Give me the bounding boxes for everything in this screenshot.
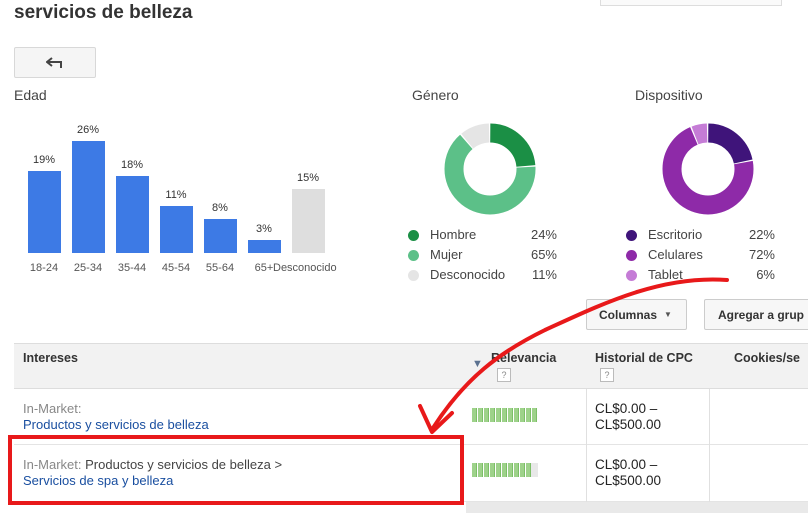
legend-label: Hombre [430,227,477,242]
cpc-cell: CL$0.00 – CL$500.00 [595,457,661,489]
interest-prefix: In-Market: [23,401,82,416]
table-row: In-Market: Productos y servicios de bell… [14,445,808,502]
interests-table: Intereses ▼ Relevancia ? Historial de CP… [14,343,808,513]
age-bar-value-label: 11% [165,188,187,201]
age-bar-value-label: 8% [212,201,228,214]
caret-down-icon: ▼ [664,310,672,319]
header-interests[interactable]: Intereses [23,351,78,365]
legend-label: Mujer [430,247,463,262]
age-category-label: Desconocido [273,262,337,274]
legend-item-escritorio: Escritorio 22% [626,227,775,245]
age-category-label: 45-54 [161,262,191,274]
table-header: Intereses ▼ Relevancia ? Historial de CP… [14,344,808,389]
add-to-group-button-label: Agregar a grup [718,307,805,322]
age-bar-45-54 [160,205,193,253]
interest-path: Productos y servicios de belleza > [85,457,283,472]
device-donut-chart [662,123,754,215]
legend-item-desconocido: Desconocido 11% [408,267,557,285]
add-to-group-button[interactable]: Agregar a grup [704,299,808,330]
sort-desc-icon[interactable]: ▼ [472,358,483,370]
relevance-bar [472,408,538,422]
relevance-bar [472,463,538,477]
legend-value: 6% [756,267,775,282]
age-bar-value-label: 3% [256,223,272,236]
legend-value: 24% [530,227,557,242]
age-bar-value-label: 18% [120,158,144,171]
search-input-partial[interactable] [600,0,782,6]
age-bar-35-44 [116,175,149,253]
column-divider [709,389,710,502]
cpc-range-start: CL$0.00 – [595,401,658,416]
cpc-range-end: CL$500.00 [595,473,662,488]
header-cpc-history[interactable]: Historial de CPC [595,351,693,365]
interest-link[interactable]: Servicios de spa y belleza [23,473,282,489]
cpc-cell: CL$0.00 – CL$500.00 [595,401,661,433]
relevance-bar-fill [472,463,532,477]
gender-section-label: Género [412,87,459,103]
columns-button[interactable]: Columnas ▼ [586,299,687,330]
relevance-bar-fill [472,408,538,422]
gender-donut-chart [444,123,536,215]
age-category-label: 18-24 [29,262,59,274]
legend-swatch [626,230,637,241]
age-category-label: 35-44 [117,262,147,274]
columns-button-label: Columnas [599,307,658,322]
legend-item-celulares: Celulares 72% [626,247,775,265]
legend-swatch [408,230,419,241]
interest-link[interactable]: Productos y servicios de belleza [23,417,209,433]
legend-label: Escritorio [648,227,703,242]
legend-label: Celulares [648,247,703,262]
age-bar-65+ [248,240,281,253]
age-bar-25-34 [72,141,105,253]
cpc-range-start: CL$0.00 – [595,457,658,472]
header-relevance[interactable]: Relevancia [491,351,556,365]
age-bar-18-24 [28,171,61,253]
legend-value: 22% [748,227,775,242]
column-divider [586,389,587,502]
age-bar-chart: 19% 18-24 26% 25-34 18% 35-44 11% 45-54 8% 55-64 3… [0,0,360,290]
cpc-range-end: CL$500.00 [595,417,662,432]
legend-swatch [408,250,419,261]
legend-label: Desconocido [430,267,506,282]
interest-cell: In-Market: Productos y servicios de bell… [23,457,282,489]
age-bar-55-64 [204,218,237,253]
legend-item-mujer: Mujer 65% [408,247,557,265]
legend-value: 65% [530,247,557,262]
age-bar-value-label: 15% [296,171,320,184]
interest-cell: In-Market: Productos y servicios de bell… [23,401,209,433]
legend-value: 72% [748,247,775,262]
age-bar-value-label: 26% [76,124,100,137]
legend-value: 11% [531,267,557,282]
table-row: In-Market: Productos y servicios de bell… [14,389,808,445]
age-bar-value-label: 19% [32,154,56,167]
age-category-label: 55-64 [205,262,235,274]
legend-item-tablet: Tablet 6% [626,267,775,285]
legend-swatch [626,250,637,261]
relevance-help-icon[interactable]: ? [497,368,511,382]
legend-swatch [408,270,419,281]
header-cookies[interactable]: Cookies/se [734,351,800,365]
cpc-help-icon[interactable]: ? [600,368,614,382]
horizontal-scrollbar[interactable] [466,502,808,513]
device-section-label: Dispositivo [635,87,703,103]
interest-prefix: In-Market: [23,457,82,472]
legend-swatch [626,270,637,281]
age-bar-desconocido [292,188,325,253]
age-category-label: 25-34 [73,262,103,274]
legend-label: Tablet [648,267,683,282]
legend-item-hombre: Hombre 24% [408,227,557,245]
